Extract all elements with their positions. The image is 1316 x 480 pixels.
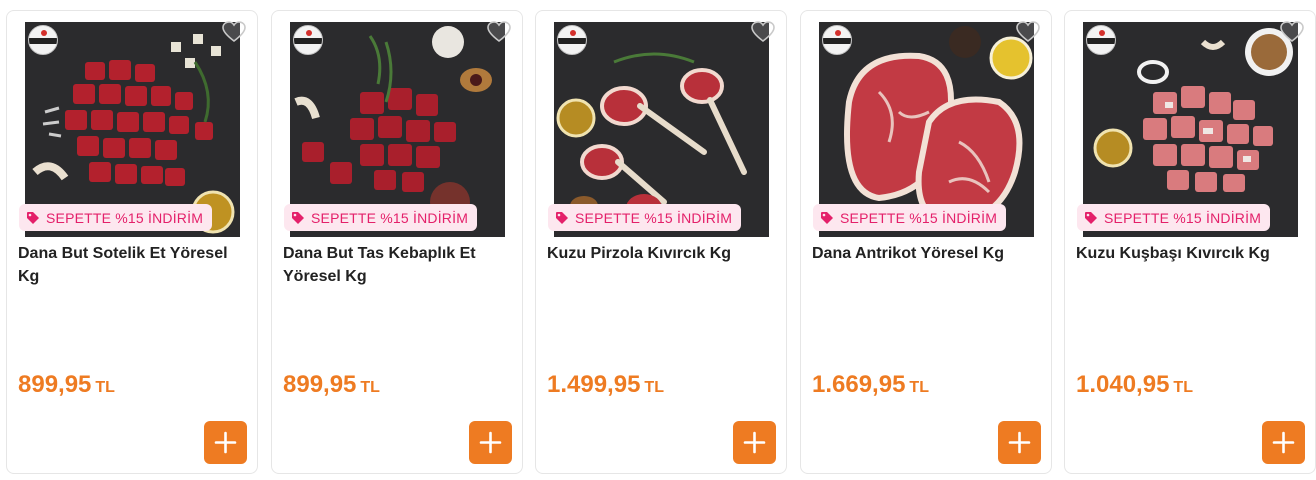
- product-name[interactable]: Kuzu Kuşbaşı Kıvırcık Kg: [1076, 242, 1301, 265]
- add-to-cart-button[interactable]: [998, 421, 1041, 464]
- product-price: 1.669,95 TL: [812, 371, 929, 399]
- product-name[interactable]: Dana Antrikot Yöresel Kg: [812, 242, 1037, 265]
- product-price: 899,95 TL: [18, 371, 115, 399]
- brand-logo: [1086, 25, 1116, 55]
- discount-badge: SEPETTE %15 İNDİRİM: [19, 204, 213, 231]
- discount-badge: SEPETTE %15 İNDİRİM: [813, 204, 1007, 231]
- product-price: 1.499,95 TL: [547, 371, 664, 399]
- tag-icon: [27, 211, 39, 224]
- product-grid: SEPETTE %15 İNDİRİM Dana But Sotelik Et …: [0, 0, 1316, 480]
- brand-logo: [557, 25, 587, 55]
- brand-logo: [28, 25, 58, 55]
- favorite-heart-icon[interactable]: [1015, 19, 1041, 45]
- tag-icon: [556, 211, 568, 224]
- favorite-heart-icon[interactable]: [486, 19, 512, 45]
- plus-icon: [1272, 431, 1295, 454]
- add-to-cart-button[interactable]: [733, 421, 776, 464]
- product-name[interactable]: Dana But Tas Kebaplık Et Yöresel Kg: [283, 242, 508, 288]
- price-currency: TL: [95, 379, 115, 396]
- add-to-cart-button[interactable]: [1262, 421, 1305, 464]
- tag-icon: [1085, 211, 1097, 224]
- price-amount: 1.499,95: [547, 371, 641, 398]
- product-name[interactable]: Dana But Sotelik Et Yöresel Kg: [18, 242, 243, 288]
- product-card[interactable]: SEPETTE %15 İNDİRİM Dana Antrikot Yörese…: [800, 10, 1052, 474]
- discount-badge: SEPETTE %15 İNDİRİM: [1077, 204, 1271, 231]
- price-currency: TL: [360, 379, 380, 396]
- brand-logo: [293, 25, 323, 55]
- price-currency: TL: [644, 379, 664, 396]
- plus-icon: [1008, 431, 1031, 454]
- add-to-cart-button[interactable]: [469, 421, 512, 464]
- product-price: 899,95 TL: [283, 371, 380, 399]
- product-card[interactable]: SEPETTE %15 İNDİRİM Kuzu Pirzola Kıvırcı…: [535, 10, 787, 474]
- discount-badge-text: SEPETTE %15 İNDİRİM: [1104, 209, 1262, 226]
- discount-badge: SEPETTE %15 İNDİRİM: [548, 204, 742, 231]
- discount-badge-text: SEPETTE %15 İNDİRİM: [840, 209, 998, 226]
- favorite-heart-icon[interactable]: [221, 19, 247, 45]
- price-amount: 899,95: [283, 371, 357, 398]
- product-card[interactable]: SEPETTE %15 İNDİRİM Kuzu Kuşbaşı Kıvırcı…: [1064, 10, 1316, 474]
- product-price: 1.040,95 TL: [1076, 371, 1193, 399]
- price-amount: 1.040,95: [1076, 371, 1170, 398]
- plus-icon: [743, 431, 766, 454]
- add-to-cart-button[interactable]: [204, 421, 247, 464]
- favorite-heart-icon[interactable]: [1279, 19, 1305, 45]
- tag-icon: [292, 211, 304, 224]
- discount-badge-text: SEPETTE %15 İNDİRİM: [311, 209, 469, 226]
- price-amount: 899,95: [18, 371, 92, 398]
- discount-badge-text: SEPETTE %15 İNDİRİM: [575, 209, 733, 226]
- product-card[interactable]: SEPETTE %15 İNDİRİM Dana But Tas Kebaplı…: [271, 10, 523, 474]
- tag-icon: [821, 211, 833, 224]
- discount-badge: SEPETTE %15 İNDİRİM: [284, 204, 478, 231]
- favorite-heart-icon[interactable]: [750, 19, 776, 45]
- product-name[interactable]: Kuzu Pirzola Kıvırcık Kg: [547, 242, 772, 265]
- price-amount: 1.669,95: [812, 371, 906, 398]
- price-currency: TL: [1173, 379, 1193, 396]
- product-card[interactable]: SEPETTE %15 İNDİRİM Dana But Sotelik Et …: [6, 10, 258, 474]
- plus-icon: [214, 431, 237, 454]
- discount-badge-text: SEPETTE %15 İNDİRİM: [46, 209, 204, 226]
- brand-logo: [822, 25, 852, 55]
- plus-icon: [479, 431, 502, 454]
- price-currency: TL: [909, 379, 929, 396]
